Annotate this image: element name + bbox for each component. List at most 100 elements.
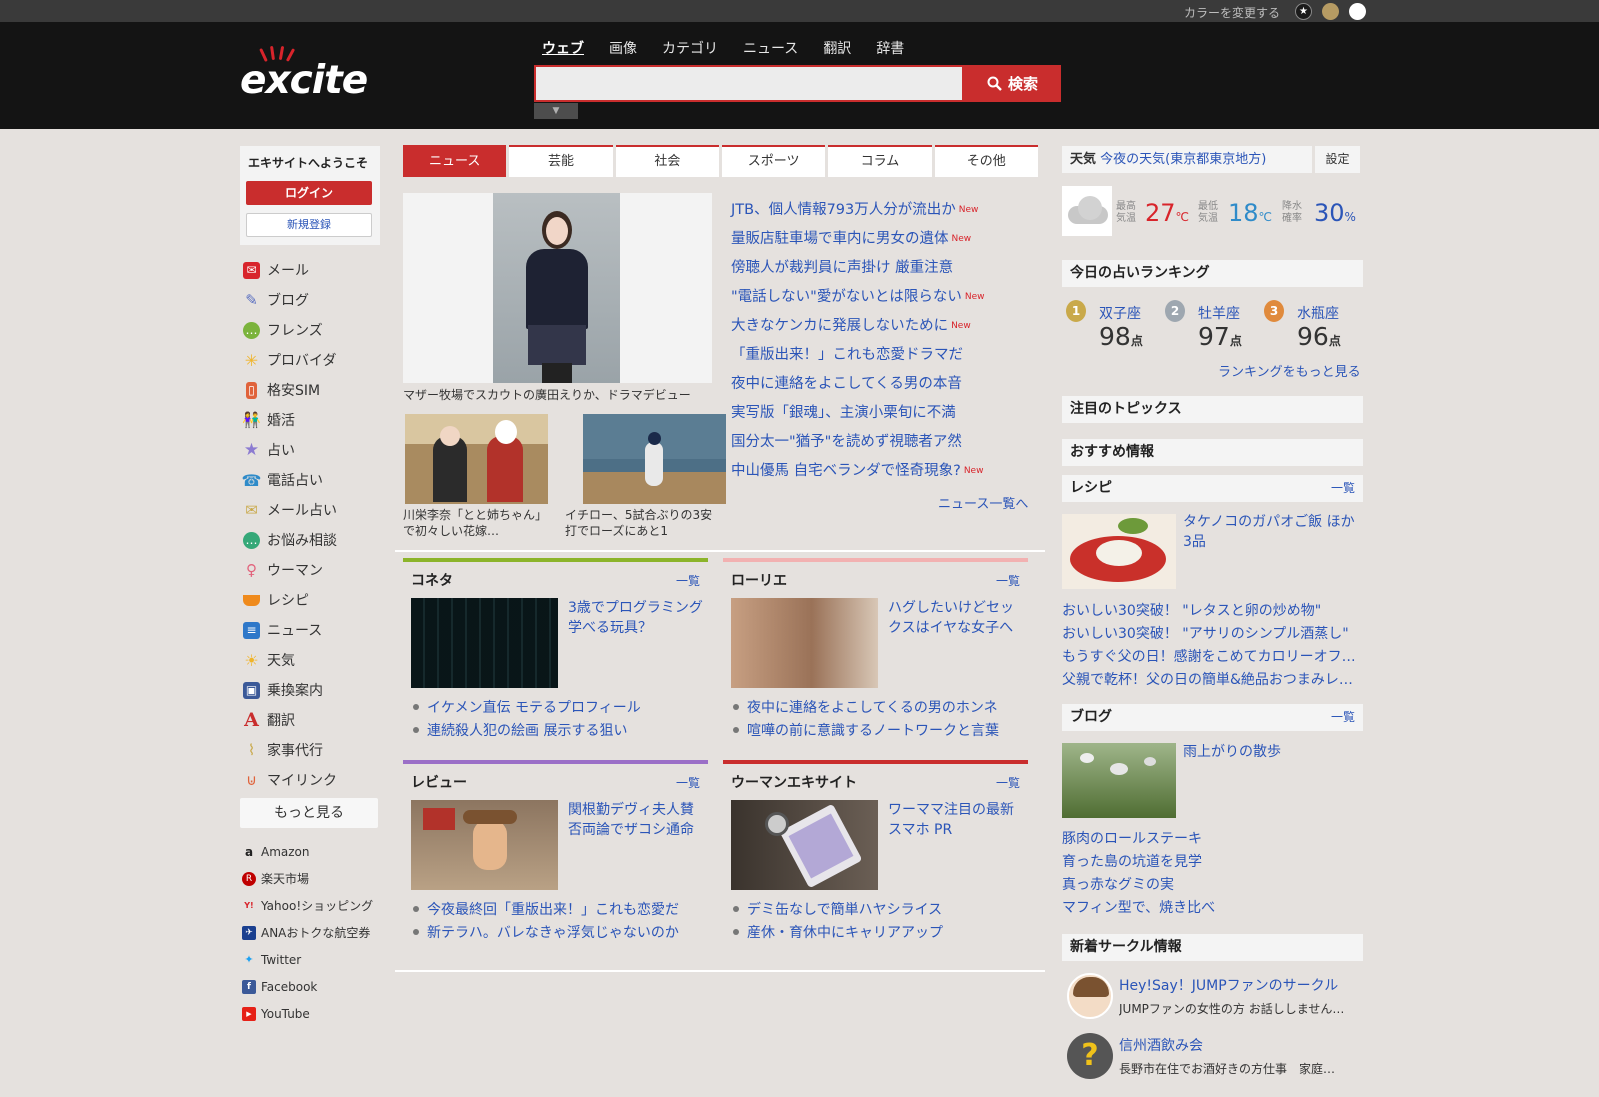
recipe-image[interactable] [1062,514,1176,589]
blog-item[interactable]: 育った島の坑道を見学 [1062,849,1362,872]
service-provider[interactable]: ✳ プロバイダ [243,345,337,375]
tab-sports[interactable]: スポーツ [721,145,826,177]
news-list-link[interactable]: ニュース一覧へ [938,493,1028,512]
rakuten-link[interactable]: R 楽天市場 [242,865,373,892]
service-konkatsu[interactable]: 👫 婚活 [242,405,337,435]
service-mail-fortune[interactable]: ✉ メール占い [243,495,337,525]
news-headline[interactable]: 大きなケンカに発展しないために New [731,310,984,339]
box-list-link[interactable]: 一覧 [996,774,1020,791]
twitter-link[interactable]: ✦ Twitter [242,946,373,973]
service-friends[interactable]: … フレンズ [243,315,337,345]
ana-link[interactable]: ✈ ANAおトクな航空券 [242,919,373,946]
news-headline[interactable]: JTB、個人情報793万人分が流出か New [731,194,984,223]
box-list-link[interactable]: 一覧 [996,572,1020,589]
yahoo-shopping-link[interactable]: Y! Yahoo!ショッピング [242,892,373,919]
service-mylink[interactable]: ⊍ マイリンク [243,765,337,795]
weather-settings-button[interactable]: 設定 [1315,146,1360,173]
service-sim[interactable]: ▯ 格安SIM [243,375,337,405]
list-item[interactable]: 今夜最終回「重版出来！」これも恋愛だ [413,897,679,920]
blog-item[interactable]: マフィン型で、焼き比べ [1062,895,1362,918]
color-gold-option[interactable] [1322,3,1339,20]
search-button[interactable]: 検索 [964,65,1061,102]
search-options-dropdown[interactable]: ▼ [534,103,578,119]
news-thumb-wedding[interactable] [405,414,548,504]
laurier-image[interactable] [731,598,878,688]
service-consult[interactable]: … お悩み相談 [243,525,337,555]
youtube-link[interactable]: ▶ YouTube [242,1000,373,1027]
color-dark-option[interactable]: ★ [1295,3,1312,20]
news-headline[interactable]: 傍聴人が裁判員に声掛け 厳重注意 [731,252,984,281]
facebook-link[interactable]: f Facebook [242,973,373,1000]
search-tab-translate[interactable]: 翻訳 [823,38,851,58]
recipe-item[interactable]: おいしい30突破！ "レタスと卵の炒め物" [1062,598,1362,621]
recipe-item[interactable]: 父親で乾杯！父の日の簡単&絶品おつまみレ… [1062,667,1362,690]
tab-entertainment[interactable]: 芸能 [509,145,613,177]
service-mail[interactable]: ✉ メール [243,255,337,285]
woman-excite-image[interactable] [731,800,878,890]
recipe-list-link[interactable]: 一覧 [1331,475,1355,502]
list-item[interactable]: 産休・育休中にキャリアアップ [733,920,943,943]
box-feature-link[interactable]: 関根勤デヴィ夫人賛否両論でザコシ通命 [568,800,703,840]
box-list-link[interactable]: 一覧 [676,572,700,589]
news-headline[interactable]: 「重版出来！」これも恋愛ドラマだ [731,339,984,368]
circle-item[interactable]: ? 信州酒飲み会 長野市在住でお酒好きの方仕事 家庭… [1062,1033,1362,1085]
service-fortune[interactable]: ★ 占い [243,435,337,465]
list-item[interactable]: イケメン直伝 モテるプロフィール [413,695,641,718]
weather-location-link[interactable]: 今夜の天気(東京都東京地方) [1100,152,1266,167]
service-recipe[interactable]: レシピ [243,585,337,615]
service-housework[interactable]: ⌇ 家事代行 [243,735,337,765]
box-list-link[interactable]: 一覧 [676,774,700,791]
tab-news[interactable]: ニュース [403,145,507,177]
blog-image[interactable] [1062,743,1176,818]
news-headline[interactable]: "電話しない"愛がないとは限らない New [731,281,984,310]
box-feature-link[interactable]: 3歳でプログラミング学べる玩具？ [568,598,703,638]
blog-list-link[interactable]: 一覧 [1331,704,1355,731]
list-item[interactable]: 連続殺人犯の絵画 展示する狙い [413,718,641,741]
service-news[interactable]: ≡ ニュース [243,615,337,645]
news-thumb-caption[interactable]: 川栄李奈「とと姉ちゃん」で初々しい花嫁… [403,507,553,539]
review-image[interactable] [411,800,558,890]
tab-other[interactable]: その他 [934,145,1038,177]
excite-logo[interactable]: excite [240,45,380,106]
service-transit[interactable]: ▣ 乗換案内 [243,675,337,705]
more-services-button[interactable]: もっと見る [240,798,378,828]
service-translate[interactable]: A 翻訳 [243,705,337,735]
search-input[interactable] [534,65,964,102]
login-button[interactable]: ログイン [246,181,372,205]
search-tab-web[interactable]: ウェブ [542,38,584,58]
news-headline[interactable]: 中山優馬 自宅ベランダで怪奇現象? New [731,455,984,484]
koneta-image[interactable] [411,598,558,688]
blog-item[interactable]: 真っ赤なグミの実 [1062,872,1362,895]
service-phone-fortune[interactable]: ☎ 電話占い [242,465,337,495]
recipe-item[interactable]: もうすぐ父の日！感謝をこめてカロリーオフ… [1062,644,1362,667]
amazon-link[interactable]: a Amazon [242,838,373,865]
circle-item[interactable]: Hey!Say！JUMPファンのサークル JUMPファンの女性の方 お話ししませ… [1062,973,1362,1025]
blog-feature-link[interactable]: 雨上がりの散歩 [1183,741,1281,761]
fortune-more-link[interactable]: ランキングをもっと見る [1218,361,1361,380]
news-headline[interactable]: 実写版「銀魂」、主演小栗旬に不満 [731,397,984,426]
news-headline[interactable]: 夜中に連絡をよこしてくる男の本音 [731,368,984,397]
search-tab-category[interactable]: カテゴリ [662,38,718,58]
service-blog[interactable]: ✎ ブログ [243,285,337,315]
main-news-photo[interactable] [403,193,712,383]
list-item[interactable]: 新テラハ。バレなきゃ浮気じゃないのか [413,920,679,943]
register-button[interactable]: 新規登録 [246,213,372,237]
box-feature-link[interactable]: ハグしたいけどセックスはイヤな女子へ [888,598,1023,638]
news-thumb-baseball[interactable] [583,414,726,504]
blog-item[interactable]: 豚肉のロールステーキ [1062,826,1362,849]
recipe-feature-link[interactable]: タケノコのガパオご飯 ほか3品 [1183,512,1361,552]
service-woman[interactable]: ♀ ウーマン [243,555,337,585]
service-weather[interactable]: ☀ 天気 [243,645,337,675]
search-tab-news[interactable]: ニュース [743,38,798,58]
box-feature-link[interactable]: ワーママ注目の最新スマホ PR [888,800,1023,840]
search-tab-dictionary[interactable]: 辞書 [876,38,904,58]
tab-society[interactable]: 社会 [615,145,719,177]
news-headline[interactable]: 量販店駐車場で車内に男女の遺体 New [731,223,984,252]
tab-column[interactable]: コラム [828,145,932,177]
list-item[interactable]: 喧嘩の前に意識するノートワークと言葉 [733,718,999,741]
color-white-option[interactable] [1349,3,1366,20]
list-item[interactable]: デミ缶なしで簡単ハヤシライス [733,897,943,920]
main-news-caption[interactable]: マザー牧場でスカウトの廣田えりか、ドラマデビュー [403,387,713,403]
search-tab-image[interactable]: 画像 [609,38,637,58]
recipe-item[interactable]: おいしい30突破！ "アサリのシンプル酒蒸し" [1062,621,1362,644]
